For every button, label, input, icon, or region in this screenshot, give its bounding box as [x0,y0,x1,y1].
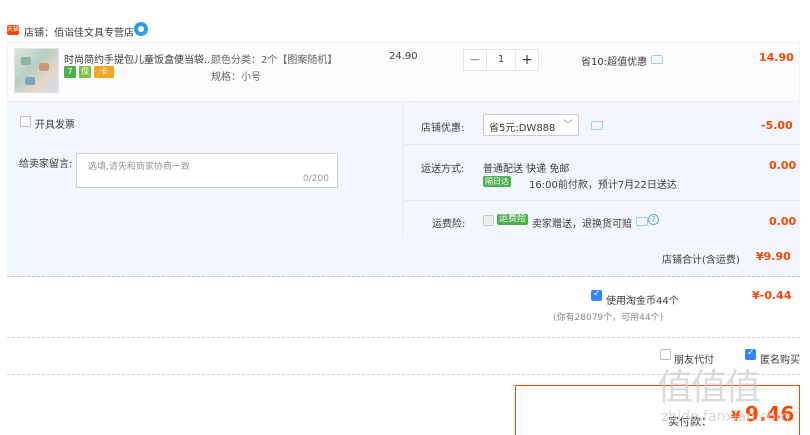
coins-note: (你有28079个，可用44个) [553,313,664,323]
comment-icon[interactable] [591,121,603,130]
sku-size: 规格：小号 [211,72,261,83]
shop-discount-amount: -5.00 [761,119,793,132]
insurance-checkbox [483,215,494,226]
shop-discount-label: 店铺优惠: [421,123,465,134]
invoice-checkbox[interactable] [20,116,31,127]
insurance-label: 运费险: [432,219,466,230]
insurance-text: 卖家赠送，退换货可赔 [532,219,632,230]
saving-text: 省10:超值优惠 [581,57,648,68]
item-subtotal: 14.90 [759,51,794,64]
coins-amount: ¥-0.44 [752,289,792,302]
char-counter: 0/200 [303,174,329,184]
anonymous-label: 匿名购买 [760,355,800,366]
tmall-badge-icon: 天猫 [7,25,20,35]
watermark-site: zhide.fanxian.com [661,409,790,425]
insurance-tag: 运费险 [497,214,529,225]
comment-icon[interactable] [636,217,648,226]
shipping-amount: 0.00 [769,159,797,172]
quantity-input[interactable]: 1 [486,50,516,70]
wangwang-icon[interactable] [134,22,148,36]
watermark-logo: 值值值 [657,367,761,408]
card-payment-icon: 卡 [94,66,114,78]
unit-price: 24.90 [389,51,418,62]
divider [404,144,800,145]
shipping-method: 普通配送 快递 免邮 [483,164,570,175]
item-thumbnail[interactable] [14,48,59,93]
coins-checkbox[interactable] [591,289,602,301]
shop-name[interactable]: 店铺：佰诣佳文具专营店 [24,24,134,39]
chevron-down-icon: ﹀ [563,120,573,131]
sku-color: 颜色分类：2个【图案随机】 [211,55,338,66]
message-label: 给卖家留言: [19,159,73,170]
divider [404,200,800,201]
item-title[interactable]: 时尚简约手提包儿童饭盒便当袋... [64,51,209,66]
help-icon[interactable]: ? [648,214,659,225]
comment-icon[interactable] [651,55,663,64]
quantity-stepper: − 1 + [463,49,539,71]
shipping-eta: 16:00前付款，预计7月22日送达 [529,180,677,191]
shop-total-amount: ¥9.90 [756,250,791,263]
shop-discount-value: 省5元:DW888 [489,123,556,134]
shipping-label: 运送方式: [421,164,465,175]
decrease-button[interactable]: − [464,50,486,70]
insurance-amount: 0.00 [769,215,797,228]
shop-total-label: 店铺合计(含运费) [662,255,740,266]
next-day-tag: 隔日达 [483,176,511,187]
invoice-label: 开具发票 [35,120,75,131]
guarantee-icon: 保 [79,66,91,78]
seven-day-return-icon: 7 [64,66,76,78]
coins-label: 使用淘金币44个 [606,296,679,307]
message-placeholder: 选填,请先和商家协商一致 [88,162,190,172]
divider [7,337,800,338]
increase-button[interactable]: + [516,50,538,70]
